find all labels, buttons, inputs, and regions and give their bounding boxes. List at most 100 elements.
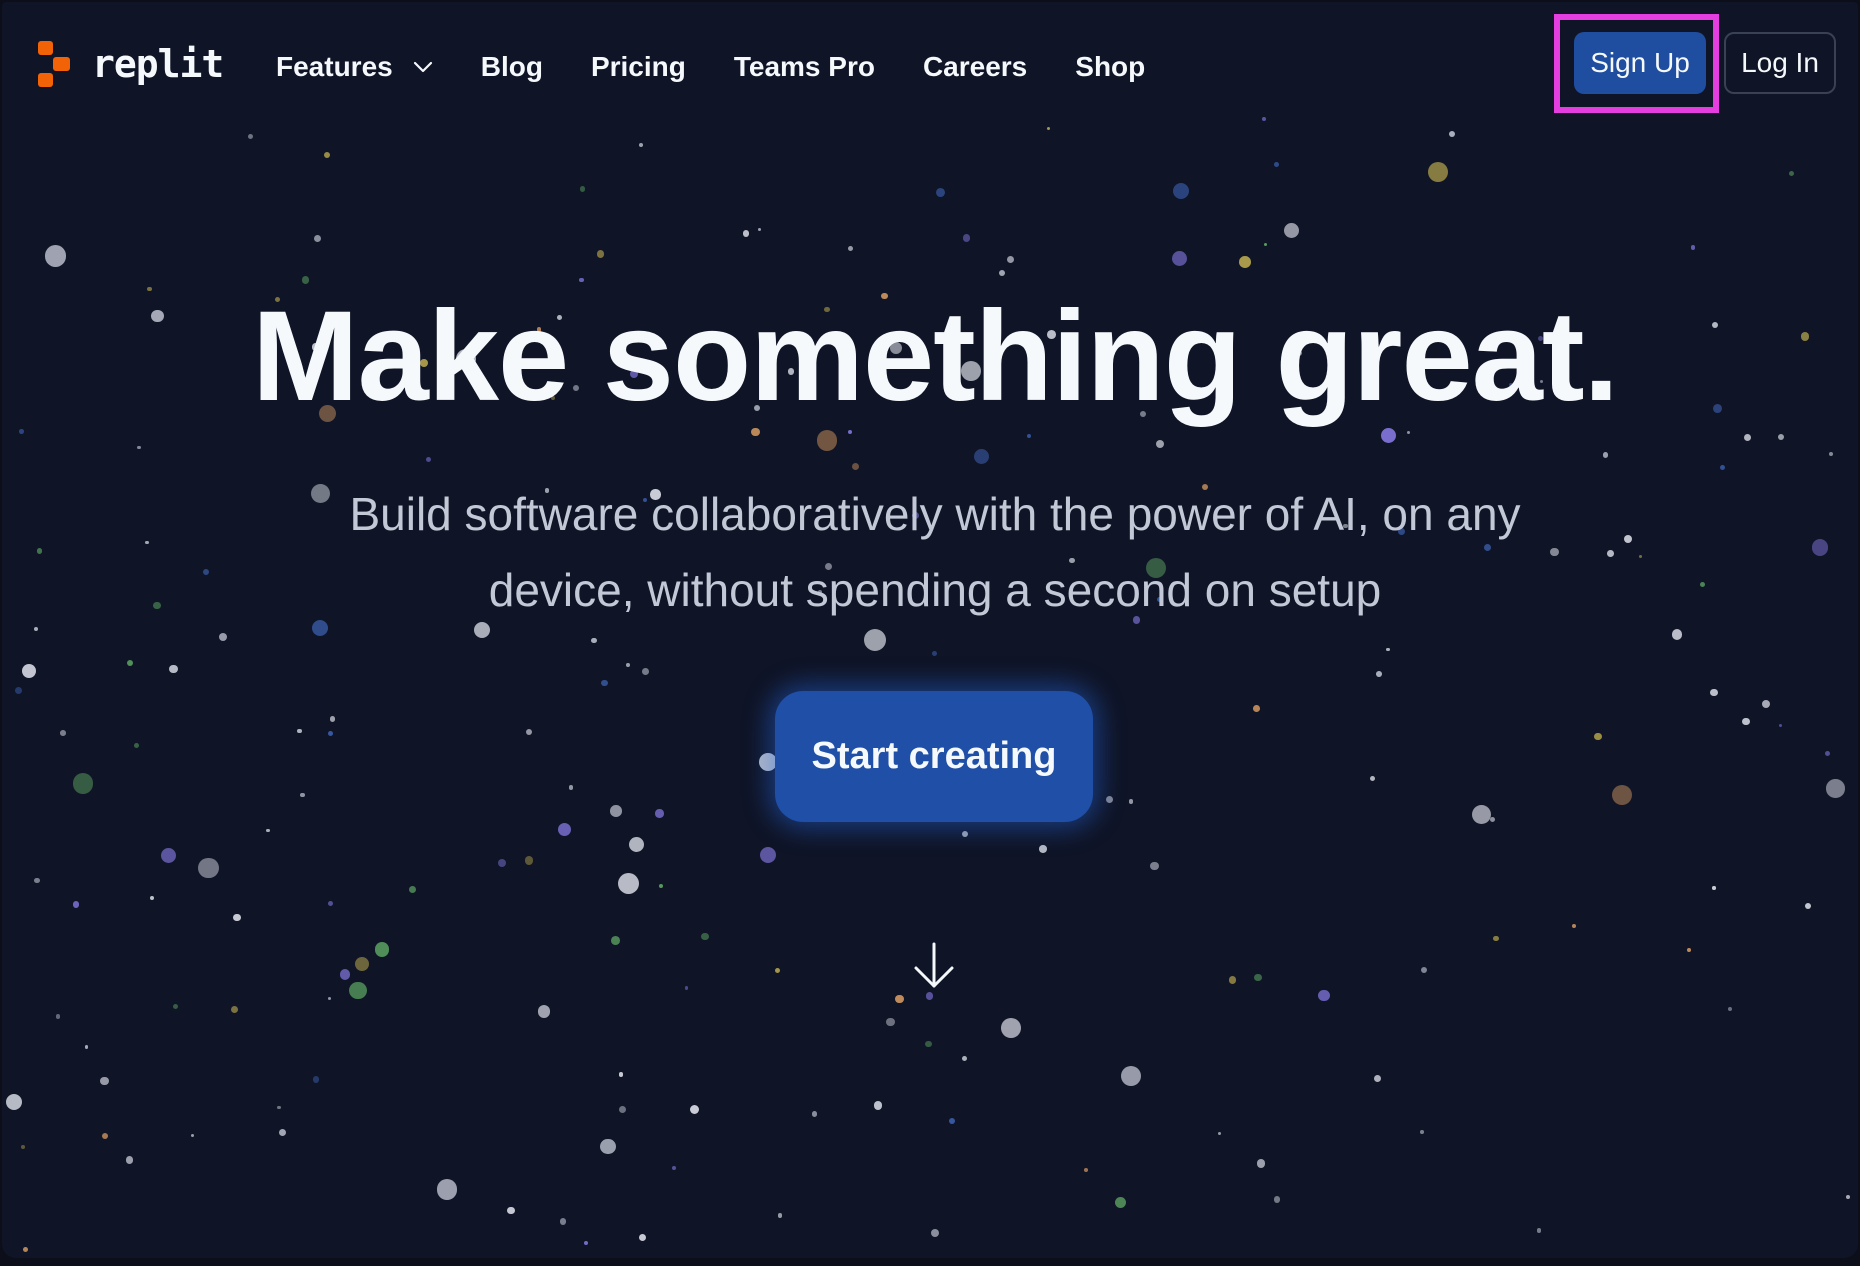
star-dot xyxy=(935,188,945,198)
star-dot xyxy=(1671,629,1683,640)
start-creating-button[interactable]: Start creating xyxy=(775,691,1093,822)
star-dot xyxy=(1728,1006,1733,1011)
star-dot xyxy=(851,463,859,471)
star-dot xyxy=(247,133,253,139)
star-dot xyxy=(1742,717,1750,726)
star-dot xyxy=(1490,816,1496,822)
star-dot xyxy=(1611,785,1632,806)
star-dot xyxy=(583,1240,589,1246)
star-dot xyxy=(218,632,227,641)
star-dot xyxy=(777,1213,783,1218)
logo-square-top xyxy=(38,41,53,55)
logo-square-middle xyxy=(53,57,70,71)
star-dot xyxy=(233,914,241,922)
star-dot xyxy=(327,731,333,737)
star-dot xyxy=(998,269,1006,277)
arrow-down-icon[interactable] xyxy=(910,940,958,992)
nav-link-careers[interactable]: Careers xyxy=(923,51,1027,83)
starfield-background xyxy=(2,2,1858,1258)
chevron-down-icon xyxy=(413,61,432,73)
star-dot xyxy=(1128,799,1134,804)
star-dot xyxy=(1149,861,1159,871)
star-dot xyxy=(1602,452,1609,458)
logo-wordmark: replit xyxy=(92,42,224,86)
star-dot xyxy=(278,1128,286,1136)
nav-link-teams-pro[interactable]: Teams Pro xyxy=(734,51,875,83)
logo-square-bottom xyxy=(38,73,53,87)
replit-logo[interactable]: replit xyxy=(38,40,224,88)
star-dot xyxy=(1471,805,1491,825)
star-dot xyxy=(659,884,664,889)
star-dot xyxy=(230,1005,239,1014)
star-dot xyxy=(847,246,854,252)
sign-up-button[interactable]: Sign Up xyxy=(1574,32,1706,94)
star-dot xyxy=(559,1218,567,1225)
star-dot xyxy=(642,668,650,675)
star-dot xyxy=(133,742,139,749)
star-dot xyxy=(1690,245,1696,250)
star-dot xyxy=(931,1228,940,1237)
nav-link-shop[interactable]: Shop xyxy=(1075,51,1145,83)
star-dot xyxy=(126,659,134,667)
star-dot xyxy=(1712,886,1716,890)
nav-link-blog[interactable]: Blog xyxy=(481,51,543,83)
star-dot xyxy=(5,1094,22,1111)
star-dot xyxy=(1376,671,1382,677)
star-dot xyxy=(436,1179,458,1200)
star-dot xyxy=(742,230,750,237)
star-dot xyxy=(374,942,390,957)
star-dot xyxy=(507,1206,515,1215)
star-dot xyxy=(811,1111,818,1117)
star-dot xyxy=(149,895,154,900)
star-dot xyxy=(1217,1132,1221,1136)
star-dot xyxy=(774,967,781,974)
browser-viewport: replit Features Blog Pricing Teams Pro C… xyxy=(0,0,1860,1266)
star-dot xyxy=(1228,976,1237,984)
star-dot xyxy=(327,996,332,1001)
top-navigation: replit Features Blog Pricing Teams Pro C… xyxy=(2,2,1858,124)
star-dot xyxy=(961,830,969,838)
star-dot xyxy=(618,1105,626,1113)
star-dot xyxy=(137,445,141,450)
star-dot xyxy=(1106,796,1114,804)
star-dot xyxy=(160,847,177,864)
nav-link-features[interactable]: Features xyxy=(276,51,433,83)
star-dot xyxy=(1386,648,1390,652)
star-dot xyxy=(1789,171,1795,177)
star-dot xyxy=(1274,161,1279,167)
star-dot xyxy=(33,626,39,632)
log-in-button[interactable]: Log In xyxy=(1724,32,1836,94)
star-dot xyxy=(1120,1066,1141,1087)
star-dot xyxy=(1155,439,1164,449)
star-dot xyxy=(300,792,306,798)
star-dot xyxy=(1710,688,1718,697)
star-dot xyxy=(1826,779,1845,798)
star-dot xyxy=(1607,549,1614,557)
star-dot xyxy=(1369,775,1375,781)
star-dot xyxy=(72,773,94,794)
star-dot xyxy=(327,900,333,907)
star-dot xyxy=(1594,732,1602,741)
star-dot xyxy=(277,1105,281,1110)
star-dot xyxy=(1493,935,1500,942)
star-dot xyxy=(1173,182,1190,199)
nav-link-pricing[interactable]: Pricing xyxy=(591,51,686,83)
star-dot xyxy=(409,886,416,894)
star-dot xyxy=(610,936,620,945)
star-dot xyxy=(72,901,80,908)
star-dot xyxy=(1273,1196,1280,1203)
star-dot xyxy=(600,1138,616,1154)
star-dot xyxy=(1825,750,1831,756)
landing-page: replit Features Blog Pricing Teams Pro C… xyxy=(2,2,1858,1258)
star-dot xyxy=(169,664,178,674)
star-dot xyxy=(1762,699,1771,708)
star-dot xyxy=(895,994,904,1004)
star-dot xyxy=(84,1045,89,1049)
star-dot xyxy=(1720,465,1726,471)
nav-links: Features Blog Pricing Teams Pro Careers … xyxy=(276,42,1193,92)
star-dot xyxy=(1845,1194,1851,1200)
star-dot xyxy=(1624,534,1633,543)
star-dot xyxy=(313,235,321,243)
star-dot xyxy=(125,1156,134,1164)
replit-logo-icon xyxy=(38,41,76,87)
